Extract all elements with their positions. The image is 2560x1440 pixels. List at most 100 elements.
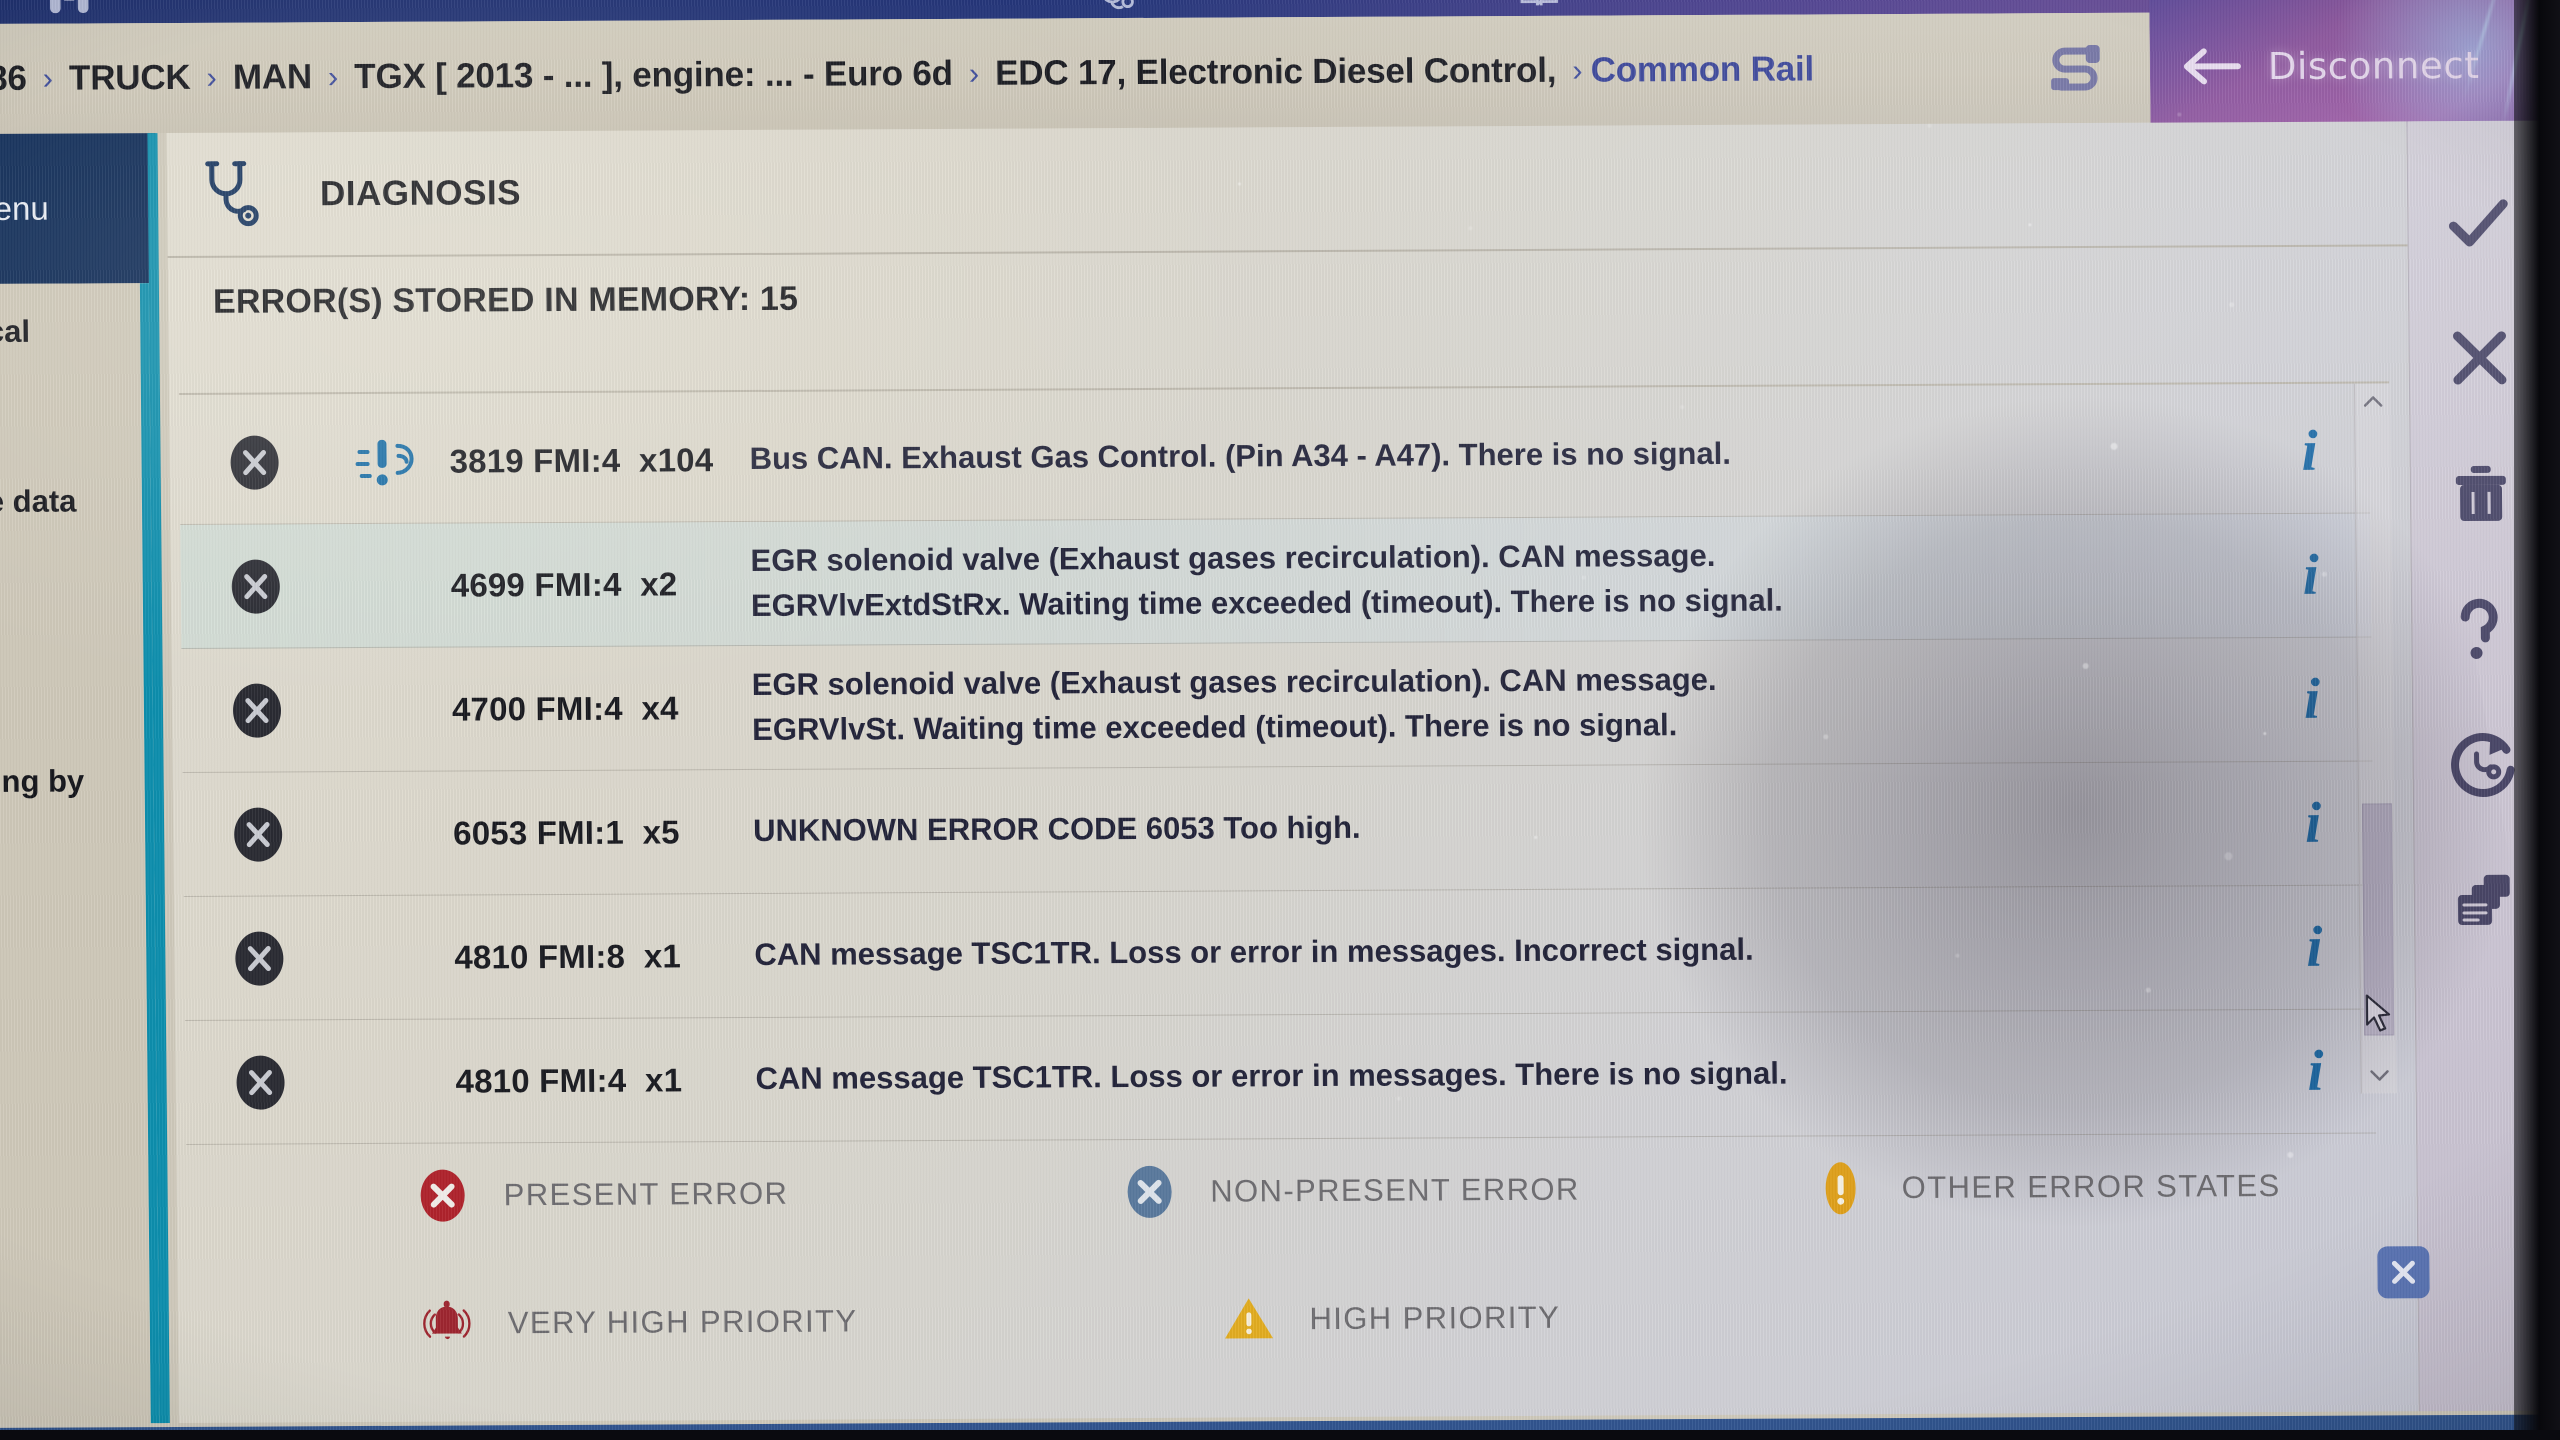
row-selection-bar: [180, 525, 185, 648]
breadcrumb-item[interactable]: Common Rail: [1590, 49, 1814, 90]
non-present-error-icon: [223, 431, 286, 493]
error-warning-cell: [333, 833, 453, 834]
error-state-cell: [183, 803, 334, 866]
stethoscope-icon: [202, 157, 261, 231]
mouse-cursor: [2364, 993, 2394, 1037]
info-icon[interactable]: i: [2302, 542, 2319, 607]
table-row[interactable]: 4810 FMI:8 x1 CAN message TSC1TR. Loss or…: [183, 885, 2375, 1021]
info-icon[interactable]: i: [2306, 914, 2323, 979]
legend-label: HIGH PRIORITY: [1309, 1299, 1561, 1337]
error-code-cell: 4810 FMI:8 x1: [454, 936, 682, 976]
warning-triangle-icon: [1217, 1288, 1280, 1350]
breadcrumb-separator: ›: [206, 59, 218, 95]
error-code-cell: 4699 FMI:4 x2: [450, 564, 678, 604]
sidebar-header-label: menu: [0, 189, 49, 228]
breadcrumb-item[interactable]: TGX [ 2013 - ... ], engine: ... - Euro 6…: [354, 54, 953, 97]
breadcrumb-item[interactable]: MAN: [233, 57, 312, 97]
error-state-cell: [185, 1051, 336, 1114]
sidebar-item[interactable]: ice data: [0, 483, 151, 520]
sidebar-item[interactable]: a: [0, 623, 152, 660]
error-description-line: EGR solenoid valve (Exhaust gases recirc…: [750, 538, 1716, 579]
error-info-cell[interactable]: i: [2255, 1038, 2376, 1103]
book-icon[interactable]: [1516, 0, 1562, 12]
legend-item: OTHER ERROR STATES: [1809, 1155, 2281, 1219]
error-warning-cell: [331, 585, 451, 586]
error-warning-cell: [334, 957, 454, 958]
legend: PRESENT ERROR NON-PRESENT ERROR OTHER ERRO…: [186, 1121, 2398, 1389]
chevron-up-icon[interactable]: [2361, 389, 2385, 413]
row-selection-bar: [183, 773, 188, 896]
error-info-cell[interactable]: i: [2251, 542, 2372, 607]
error-info-cell[interactable]: i: [2252, 666, 2373, 731]
sidebar: nical ice data a oting by d: [0, 283, 160, 1424]
breadcrumb-bar: 286 › TRUCK › MAN › TGX [ 2013 - ... ], engine…: [0, 12, 2151, 134]
breadcrumb[interactable]: 286 › TRUCK › MAN › TGX [ 2013 - ... ], engine…: [0, 49, 1814, 99]
legend-label: PRESENT ERROR: [503, 1175, 789, 1213]
legend-label: NON-PRESENT ERROR: [1210, 1171, 1580, 1209]
non-present-error-icon: [229, 1051, 292, 1113]
non-present-error-icon: [224, 555, 287, 617]
error-info-cell[interactable]: i: [2253, 790, 2374, 855]
info-icon[interactable]: i: [2307, 1038, 2324, 1103]
non-present-error-icon: [227, 803, 290, 865]
photo-of-diagnostic-tablet: Disconnect 286 › TRUCK › MAN › TGX [ 2013 - ..…: [0, 0, 2560, 1440]
obd-plug-icon[interactable]: [2039, 31, 2114, 105]
chevron-down-icon[interactable]: [2367, 1063, 2391, 1087]
disconnect-button[interactable]: Disconnect: [2180, 33, 2541, 99]
present-error-icon: [411, 1164, 474, 1226]
non-present-error-icon: [1118, 1161, 1181, 1223]
legend-item: VERY HIGH PRIORITY: [416, 1290, 858, 1354]
breadcrumb-separator: ›: [42, 60, 54, 96]
stethoscope-icon[interactable]: [1091, 0, 1137, 14]
tablet-screen: Disconnect 286 › TRUCK › MAN › TGX [ 2013 - ..…: [0, 0, 2560, 1440]
error-state-cell: [180, 555, 331, 618]
sidebar-item[interactable]: oting by: [0, 763, 154, 800]
error-list[interactable]: 3819 FMI:4 x104 Bus CAN. Exhaust Gas Cont…: [179, 389, 2377, 1145]
info-icon[interactable]: i: [2305, 790, 2322, 855]
diagnosis-panel: DIAGNOSIS ERROR(S) STORED IN MEMORY: 15 …: [166, 121, 2419, 1423]
page-title: DIAGNOSIS: [319, 172, 522, 213]
breadcrumb-item[interactable]: TRUCK: [69, 58, 191, 99]
error-list-scrollbar[interactable]: [2353, 383, 2397, 1094]
binoculars-icon[interactable]: [46, 0, 92, 20]
row-selection-bar: [179, 401, 184, 524]
error-description-cell: UNKNOWN ERROR CODE 6053 Too high.: [753, 802, 2253, 854]
table-row[interactable]: 6053 FMI:1 x5 UNKNOWN ERROR CODE 6053 Too…: [182, 761, 2374, 897]
screen-bezel-bottom: [0, 1430, 2560, 1440]
error-info-cell[interactable]: i: [2254, 914, 2375, 979]
error-info-cell[interactable]: i: [2249, 418, 2370, 483]
breadcrumb-separator: ›: [1572, 52, 1583, 88]
info-icon[interactable]: i: [2301, 418, 2318, 483]
error-description-line: EGRVlvSt. Waiting time exceeded (timeout…: [752, 706, 1678, 747]
exhaust-gas-warning-icon: [351, 431, 428, 491]
sidebar-item[interactable]: nical: [0, 313, 150, 350]
other-error-states-icon: [1809, 1157, 1872, 1219]
sidebar-item[interactable]: d: [0, 903, 155, 940]
breadcrumb-item[interactable]: EDC 17, Electronic Diesel Control,: [995, 51, 1557, 94]
table-row[interactable]: 3819 FMI:4 x104 Bus CAN. Exhaust Gas Cont…: [179, 389, 2371, 525]
error-code-cell: 4810 FMI:4 x1: [455, 1060, 683, 1100]
breadcrumb-item[interactable]: 286: [0, 59, 27, 99]
error-description-cell: CAN message TSC1TR. Loss or error in mes…: [754, 926, 2254, 978]
error-description-line: CAN message TSC1TR. Loss or error in mes…: [755, 1056, 1788, 1097]
disconnect-label: Disconnect: [2267, 43, 2480, 88]
non-present-error-icon: [226, 679, 289, 741]
error-description-cell: CAN message TSC1TR. Loss or error in mes…: [755, 1050, 2255, 1102]
back-arrow-icon: [2180, 43, 2242, 89]
diagnosis-header: DIAGNOSIS: [166, 121, 2408, 259]
breadcrumb-separator: ›: [968, 55, 980, 91]
close-window-button[interactable]: [2377, 1246, 2430, 1299]
info-icon[interactable]: i: [2304, 666, 2321, 731]
legend-item: NON-PRESENT ERROR: [1118, 1159, 1580, 1223]
error-description-line: UNKNOWN ERROR CODE 6053 Too high.: [752, 810, 1361, 849]
row-selection-bar: [181, 649, 186, 772]
legend-label: VERY HIGH PRIORITY: [507, 1303, 858, 1341]
error-code-cell: 3819 FMI:4 x104: [449, 440, 714, 480]
legend-item: HIGH PRIORITY: [1217, 1287, 1560, 1351]
table-row[interactable]: 4699 FMI:4 x2 EGR solenoid valve (Exhaust…: [180, 513, 2372, 649]
error-warning-cell: [332, 709, 452, 710]
table-row[interactable]: 4700 FMI:4 x4 EGR solenoid valve (Exhaust…: [181, 637, 2373, 773]
sidebar-header: menu: [0, 133, 157, 284]
error-description-cell: Bus CAN. Exhaust Gas Control. (Pin A34 -…: [749, 430, 2249, 482]
error-count-label: ERROR(S) STORED IN MEMORY: 15: [212, 279, 799, 321]
